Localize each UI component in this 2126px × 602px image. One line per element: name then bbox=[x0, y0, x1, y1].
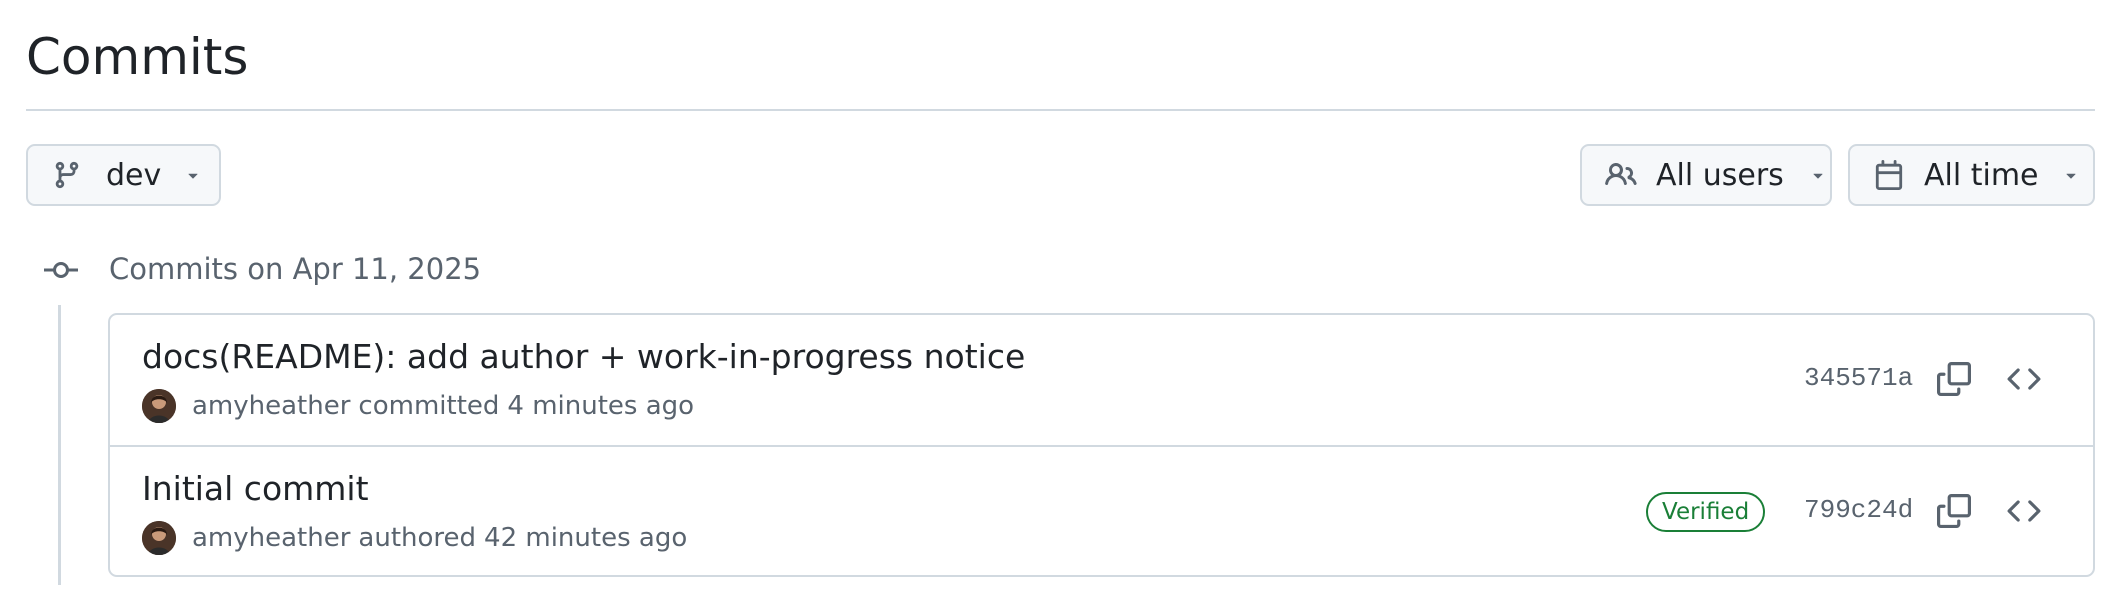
copy-sha-button[interactable] bbox=[1934, 493, 1974, 533]
avatar[interactable] bbox=[142, 389, 176, 423]
calendar-icon bbox=[1872, 158, 1906, 192]
commit-sha-link[interactable]: 345571a bbox=[1804, 361, 1913, 395]
commit-row: docs(README): add author + work-in-progr… bbox=[110, 315, 2093, 445]
page-title: Commits bbox=[26, 28, 249, 86]
branch-select-button[interactable]: dev bbox=[26, 144, 221, 206]
copy-icon bbox=[1937, 362, 1971, 400]
commit-row: Initial commit amyheather authored 42 mi… bbox=[110, 445, 2093, 575]
browse-code-button[interactable] bbox=[2004, 493, 2044, 533]
commit-action: committed bbox=[358, 391, 500, 421]
browse-code-button[interactable] bbox=[2004, 361, 2044, 401]
caret-down-icon bbox=[183, 165, 203, 185]
caret-down-icon bbox=[2061, 165, 2081, 185]
time-filter-button[interactable]: All time bbox=[1848, 144, 2095, 206]
verified-badge[interactable]: Verified bbox=[1646, 492, 1766, 532]
caret-down-icon bbox=[1808, 165, 1828, 185]
commit-author-link[interactable]: amyheather bbox=[192, 391, 350, 421]
copy-icon bbox=[1937, 494, 1971, 532]
git-branch-icon bbox=[50, 158, 84, 192]
time-filter-label: All time bbox=[1924, 157, 2039, 193]
commit-list: docs(README): add author + work-in-progr… bbox=[108, 313, 2095, 577]
copy-sha-button[interactable] bbox=[1934, 361, 1974, 401]
commit-title-link[interactable]: docs(README): add author + work-in-progr… bbox=[142, 335, 1025, 379]
title-divider bbox=[26, 109, 2095, 111]
avatar[interactable] bbox=[142, 521, 176, 555]
commit-sha-link[interactable]: 799c24d bbox=[1804, 493, 1913, 527]
branch-select-label: dev bbox=[106, 157, 162, 193]
commit-time: 4 minutes ago bbox=[507, 391, 695, 421]
commit-author-link[interactable]: amyheather bbox=[192, 523, 350, 553]
commit-time: 42 minutes ago bbox=[484, 523, 688, 553]
code-icon bbox=[2007, 362, 2041, 400]
commit-meta: amyheather authored 42 minutes ago bbox=[142, 521, 687, 555]
commit-action: authored bbox=[358, 523, 477, 553]
commits-page: Commits dev All users All time Commits o… bbox=[0, 0, 2126, 602]
people-icon bbox=[1604, 158, 1638, 192]
commit-meta: amyheather committed 4 minutes ago bbox=[142, 389, 694, 423]
timeline-line bbox=[58, 305, 61, 585]
users-filter-button[interactable]: All users bbox=[1580, 144, 1832, 206]
commit-title-link[interactable]: Initial commit bbox=[142, 467, 369, 511]
code-icon bbox=[2007, 494, 2041, 532]
users-filter-label: All users bbox=[1656, 157, 1784, 193]
commit-group-heading: Commits on Apr 11, 2025 bbox=[109, 252, 482, 286]
git-commit-icon bbox=[44, 258, 78, 282]
